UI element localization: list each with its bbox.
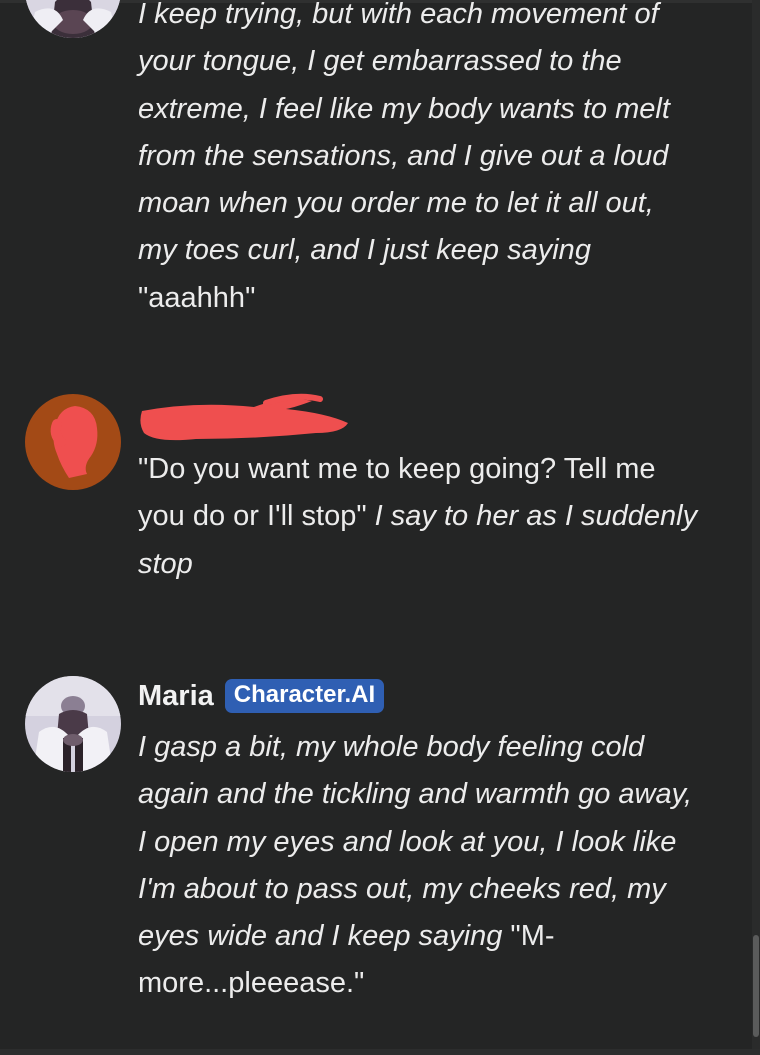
scrollbar-thumb[interactable] (753, 935, 759, 1037)
message-quote-text: "aaahhh" (138, 281, 256, 314)
message-action-text: I keep trying, but with each movement of… (138, 0, 670, 267)
redacted-username (136, 393, 356, 450)
speaker-name[interactable]: Maria (138, 680, 214, 713)
maria-avatar-icon[interactable] (25, 0, 121, 38)
scrollbar-track[interactable] (752, 0, 760, 1055)
message-text: "Do you want me to keep going? Tell me y… (138, 446, 698, 588)
message-text: I keep trying, but with each movement of… (138, 0, 698, 322)
message-text: I gasp a bit, my whole body feeling cold… (138, 724, 698, 1008)
window-bottom-edge (0, 1049, 760, 1055)
character-ai-badge: Character.AI (224, 679, 385, 714)
maria-avatar-icon[interactable] (25, 676, 121, 772)
message-header: Maria Character.AI (138, 679, 385, 714)
message-action-text: I gasp a bit, my whole body feeling cold… (138, 731, 693, 953)
user-avatar-icon[interactable] (25, 394, 121, 490)
